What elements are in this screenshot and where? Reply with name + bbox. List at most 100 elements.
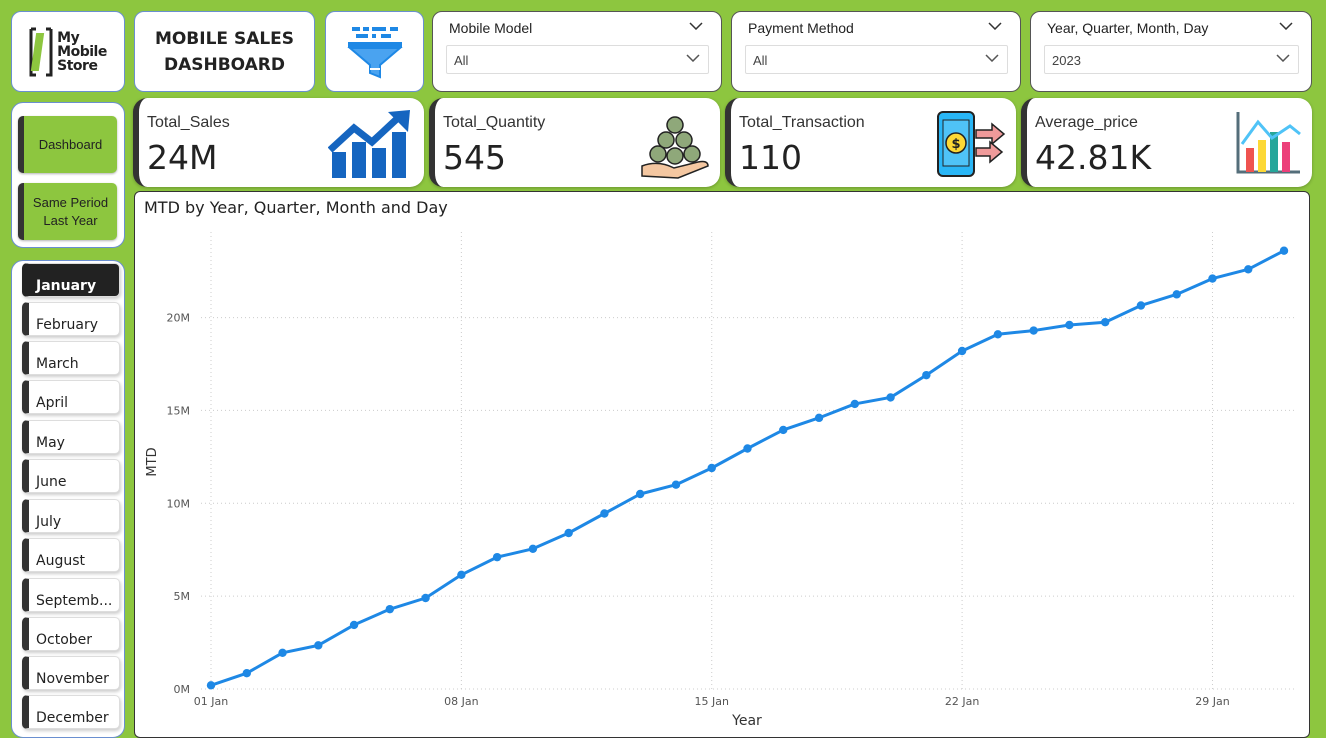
- y-tick-label: 0M: [174, 683, 191, 696]
- slicer-value: 2023: [1052, 53, 1081, 68]
- x-tick-label: 15 Jan: [695, 695, 729, 708]
- kpi-value: 42.81K: [1035, 138, 1152, 177]
- store-logo: My Mobile Store: [29, 27, 107, 77]
- dashboard-button[interactable]: Dashboard: [18, 116, 117, 173]
- data-point: [600, 509, 609, 518]
- month-item-march[interactable]: March: [22, 341, 120, 375]
- logo-card: My Mobile Store: [11, 11, 125, 92]
- month-item-may[interactable]: May: [22, 420, 120, 454]
- chevron-down-icon: [686, 54, 700, 62]
- chevron-down-icon[interactable]: [689, 22, 703, 30]
- y-tick-label: 10M: [167, 497, 191, 510]
- slicer-label: Mobile Model: [449, 20, 533, 36]
- kpi-label: Total_Sales: [147, 114, 230, 131]
- kpi-card-average-price: Average_price 42.81K: [1021, 98, 1312, 187]
- payment-method-slicer: Payment Method All: [731, 11, 1021, 92]
- chart-plot-area: 0M 5M 10M 15M 20M 01 Jan 08 Jan 15 Jan 22 Jan 29 …: [145, 232, 1295, 729]
- month-item-january[interactable]: January: [22, 263, 120, 297]
- data-point: [1065, 320, 1074, 330]
- slicer-value: All: [454, 53, 469, 68]
- kpi-value: 24M: [147, 138, 218, 177]
- trend-up-icon: [328, 110, 410, 178]
- y-tick-label: 5M: [174, 590, 191, 603]
- chevron-down-icon[interactable]: [988, 22, 1002, 30]
- data-point: [385, 604, 395, 614]
- mobile-model-dropdown[interactable]: All: [446, 45, 709, 74]
- page-navigation: Dashboard Same Period Last Year: [11, 102, 125, 248]
- y-tick-label: 15M: [167, 404, 191, 417]
- x-axis-title: Year: [731, 713, 762, 729]
- month-item-october[interactable]: October: [22, 617, 120, 651]
- y-tick-label: 20M: [167, 312, 191, 325]
- svg-text:$: $: [951, 137, 960, 152]
- x-tick-label: 01 Jan: [194, 695, 228, 708]
- filter-toggle-button[interactable]: [325, 11, 424, 92]
- kpi-card-total-quantity: Total_Quantity 545: [429, 98, 720, 187]
- date-hierarchy-dropdown[interactable]: 2023: [1044, 45, 1299, 74]
- data-point: [886, 393, 895, 402]
- data-point: [278, 648, 287, 657]
- x-tick-label: 08 Jan: [444, 695, 478, 708]
- x-tick-label: 29 Jan: [1195, 695, 1229, 708]
- same-period-last-year-button[interactable]: Same Period Last Year: [18, 183, 117, 240]
- data-point: [1100, 318, 1110, 327]
- kpi-label: Total_Transaction: [739, 114, 865, 131]
- filter-funnel-icon: [346, 26, 403, 78]
- month-item-july[interactable]: July: [22, 499, 120, 533]
- data-point: [850, 399, 859, 409]
- x-tick-label: 22 Jan: [945, 695, 979, 708]
- data-point: [707, 463, 716, 473]
- data-point: [1172, 290, 1181, 299]
- data-point: [922, 370, 931, 380]
- title-card: MOBILE SALES DASHBOARD: [134, 11, 315, 92]
- slicer-label: Year, Quarter, Month, Day: [1047, 20, 1209, 36]
- month-item-september[interactable]: Septemb...: [22, 578, 120, 612]
- phone-payment-icon: $: [937, 111, 1006, 177]
- kpi-value: 545: [443, 138, 506, 177]
- chevron-down-icon: [985, 54, 999, 62]
- data-point: [1279, 246, 1289, 255]
- data-point: [814, 413, 824, 423]
- month-item-june[interactable]: June: [22, 459, 120, 493]
- chevron-down-icon[interactable]: [1279, 22, 1293, 30]
- data-point: [957, 346, 967, 356]
- data-point: [1208, 274, 1217, 283]
- month-item-november[interactable]: November: [22, 656, 120, 690]
- data-point: [528, 544, 538, 553]
- month-item-august[interactable]: August: [22, 538, 120, 572]
- data-point: [671, 480, 681, 489]
- payment-method-dropdown[interactable]: All: [745, 45, 1008, 74]
- data-point: [636, 489, 645, 499]
- logo-text: My Mobile Store: [57, 29, 107, 74]
- kpi-label: Total_Quantity: [443, 114, 546, 131]
- data-point: [349, 620, 359, 630]
- month-item-april[interactable]: April: [22, 380, 120, 414]
- data-point: [743, 444, 752, 453]
- kpi-label: Average_price: [1035, 114, 1138, 131]
- data-point: [1244, 265, 1253, 274]
- chevron-down-icon: [1276, 54, 1290, 62]
- slicer-value: All: [753, 53, 768, 68]
- data-point: [457, 570, 466, 579]
- y-axis-title: MTD: [145, 447, 160, 476]
- data-point: [993, 330, 1003, 339]
- month-item-february[interactable]: February: [22, 302, 120, 336]
- series-line: [210, 249, 1285, 687]
- slicer-label: Payment Method: [748, 20, 854, 36]
- phone-logo-icon: [29, 27, 53, 76]
- month-item-december[interactable]: December: [22, 695, 120, 729]
- data-point: [314, 641, 323, 650]
- bar-chart-icon: [1236, 112, 1301, 174]
- data-point: [564, 528, 573, 538]
- data-point: [1029, 326, 1038, 335]
- date-hierarchy-slicer: Year, Quarter, Month, Day 2023: [1030, 11, 1312, 92]
- kpi-card-total-transaction: Total_Transaction 110 $: [725, 98, 1016, 187]
- data-point: [1136, 301, 1146, 310]
- data-point: [206, 681, 216, 690]
- data-point: [242, 669, 251, 678]
- data-point: [421, 593, 430, 603]
- kpi-card-total-sales: Total_Sales 24M: [133, 98, 424, 187]
- coins-hand-icon: [641, 116, 709, 179]
- kpi-value: 110: [739, 138, 802, 177]
- data-point: [779, 425, 788, 435]
